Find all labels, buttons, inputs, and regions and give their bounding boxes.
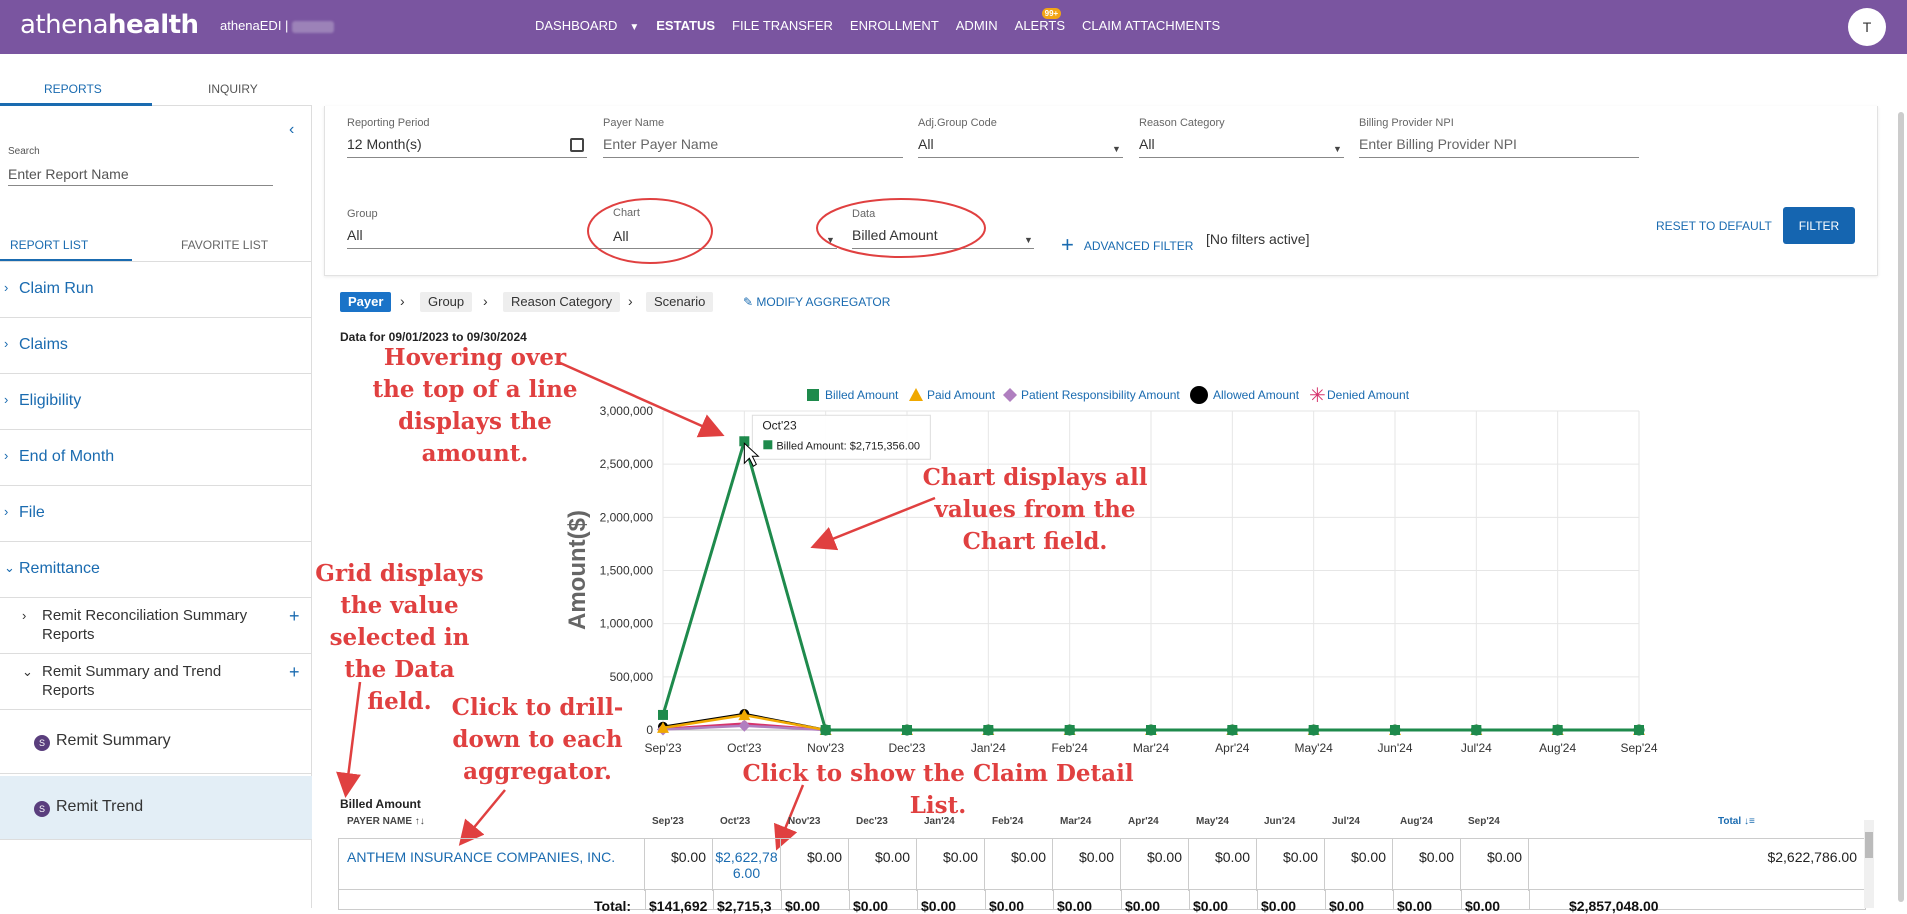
total-cell: $0.00 [989,898,1025,914]
total-cell: $0.00 [921,898,957,914]
page-scrollbar-thumb[interactable] [1898,112,1904,902]
amount-cell: $0.00 [1053,839,1121,891]
month-header: Sep'23 [652,816,684,827]
column-divider [1325,890,1326,910]
month-header: Apr'24 [1128,816,1159,827]
billed-amount-grid: PAYER NAME ↑↓ Total ↓≡ ANTHEM INSURANCE … [338,812,1866,914]
grand-total-cell: $2,857,048.00 [1569,898,1659,914]
sort-icon[interactable]: ↑↓ [415,816,425,827]
amount-cell[interactable]: $2,622,786.00 [713,839,781,891]
amount-cell: $0.00 [645,839,713,891]
total-cell: $0.00 [853,898,889,914]
total-cell: $0.00 [1125,898,1161,914]
column-divider [1189,890,1190,910]
column-divider [645,890,646,910]
total-cell: $0.00 [1329,898,1365,914]
amount-cell: $0.00 [781,839,849,891]
month-header: Nov'23 [788,816,821,827]
grid-title: Billed Amount [340,797,421,811]
month-header: Feb'24 [992,816,1024,827]
column-divider [1257,890,1258,910]
page-scrollbar[interactable] [1896,106,1907,908]
amount-cell: $0.00 [1257,839,1325,891]
amount-cell: $0.00 [985,839,1053,891]
column-divider [713,890,714,910]
total-cell: $0.00 [785,898,821,914]
row-total-cell: $2,622,786.00 [1767,849,1857,865]
payer-name-header[interactable]: PAYER NAME ↑↓ [347,816,425,827]
column-divider [1121,890,1122,910]
total-cell: $2,715,3 [717,898,772,914]
amount-cell: $0.00 [1461,839,1529,891]
month-header: Jun'24 [1264,816,1296,827]
totals-label: Total: [594,898,632,914]
payer-name-cell[interactable]: ANTHEM INSURANCE COMPANIES, INC. [339,839,645,891]
amount-cell: $0.00 [1393,839,1461,891]
column-divider [1529,890,1530,910]
grid-scrollbar-thumb[interactable] [1865,832,1873,858]
total-cell: $141,692 [649,898,708,914]
data-field-highlight [816,198,986,258]
column-divider [917,890,918,910]
column-divider [1461,890,1462,910]
totals-row: Total: $141,692 $2,715,3 $0.00 $0.00 $0.00 $0… [338,890,1866,914]
total-cell: $0.00 [1397,898,1433,914]
month-header: Oct'23 [720,816,751,827]
chart-field-highlight [587,198,713,264]
arrow-to-tooltip [557,360,725,438]
total-cell: $0.00 [1193,898,1229,914]
total-cell: $0.00 [1057,898,1093,914]
month-header: Jan'24 [924,816,955,827]
amount-cell: $0.00 [849,839,917,891]
table-row: ANTHEM INSURANCE COMPANIES, INC. $0.00 $2… [338,838,1866,891]
grid-scrollbar[interactable] [1864,820,1874,908]
column-divider [1053,890,1054,910]
arrow-to-grid [336,681,362,798]
total-cell: $0.00 [1465,898,1501,914]
column-divider [1393,890,1394,910]
month-header: Mar'24 [1060,816,1092,827]
annotation-arrows [336,198,986,851]
amount-cell: $0.00 [1325,839,1393,891]
column-divider [849,890,850,910]
amount-cell: $0.00 [1189,839,1257,891]
month-header: Dec'23 [856,816,888,827]
amount-cell: $0.00 [917,839,985,891]
month-header: Aug'24 [1400,816,1433,827]
column-divider [985,890,986,910]
amount-cell: $0.00 [1121,839,1189,891]
total-header[interactable]: Total ↓≡ [1718,816,1755,827]
arrow-to-chart [810,496,936,551]
total-cell: $0.00 [1261,898,1297,914]
month-header: Sep'24 [1468,816,1500,827]
column-divider [781,890,782,910]
month-header: Jul'24 [1332,816,1360,827]
sort-desc-icon[interactable]: ↓≡ [1744,816,1755,827]
month-header: May'24 [1196,816,1229,827]
